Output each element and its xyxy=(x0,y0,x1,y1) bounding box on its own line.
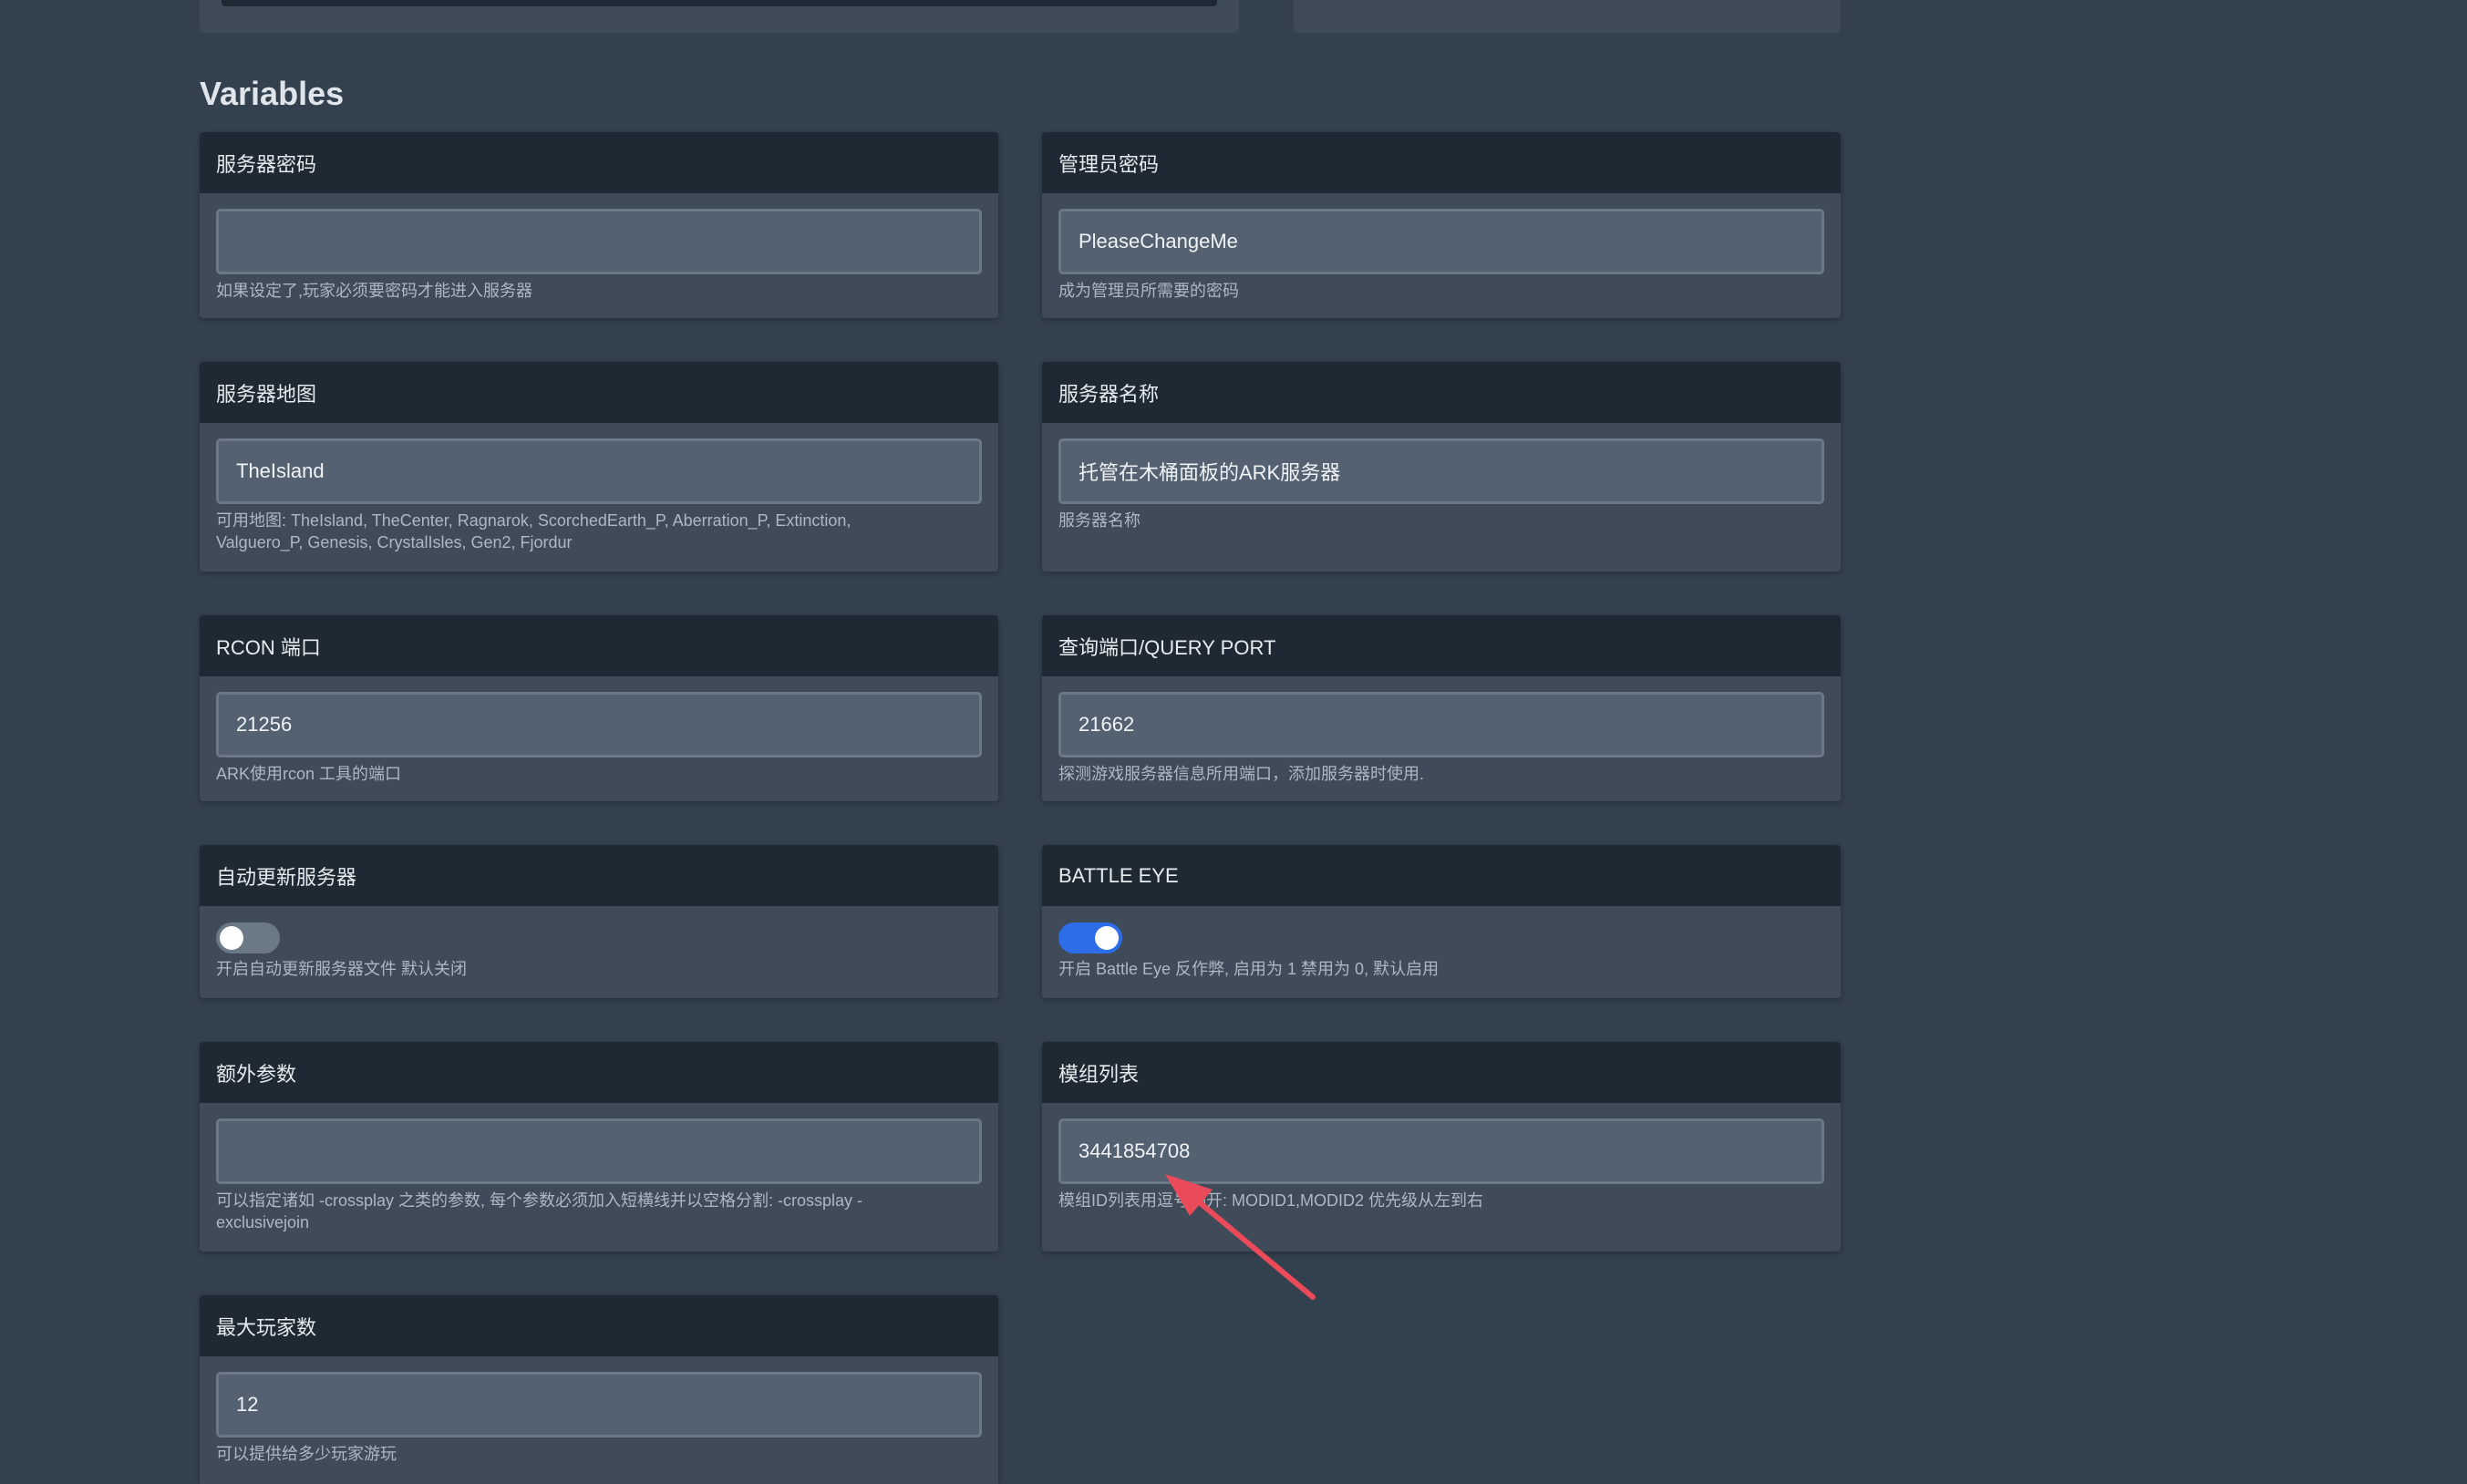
admin-password-help: 成为管理员所需要的密码 xyxy=(1058,282,1239,300)
battle-eye-label: BATTLE EYE xyxy=(1042,845,1841,906)
admin-password-card: 管理员密码 成为管理员所需要的密码 xyxy=(1042,132,1841,318)
extra-args-card: 额外参数 可以指定诸如 -crossplay 之类的参数, 每个参数必须加入短横… xyxy=(200,1042,998,1252)
toggle-knob xyxy=(220,926,243,950)
server-map-label: 服务器地图 xyxy=(200,362,998,423)
query-port-card: 查询端口/QUERY PORT 探测游戏服务器信息所用端口，添加服务器时使用. xyxy=(1042,615,1841,801)
server-map-input[interactable] xyxy=(216,438,982,504)
server-name-help: 服务器名称 xyxy=(1058,511,1141,530)
battle-eye-toggle[interactable] xyxy=(1058,922,1122,953)
server-password-help: 如果设定了,玩家必须要密码才能进入服务器 xyxy=(216,282,532,300)
max-players-card: 最大玩家数 可以提供给多少玩家游玩 xyxy=(200,1295,998,1484)
server-name-input[interactable] xyxy=(1058,438,1824,504)
mod-list-input[interactable] xyxy=(1058,1118,1824,1184)
battle-eye-card: BATTLE EYE 开启 Battle Eye 反作弊, 启用为 1 禁用为 … xyxy=(1042,845,1841,998)
query-port-label: 查询端口/QUERY PORT xyxy=(1042,615,1841,676)
admin-password-input[interactable] xyxy=(1058,209,1824,274)
server-name-card: 服务器名称 服务器名称 xyxy=(1042,362,1841,572)
rcon-port-input[interactable] xyxy=(216,692,982,757)
toggle-knob xyxy=(1095,926,1119,950)
query-port-input[interactable] xyxy=(1058,692,1824,757)
max-players-input[interactable] xyxy=(216,1372,982,1438)
auto-update-toggle[interactable] xyxy=(216,922,280,953)
section-title: Variables xyxy=(200,75,345,112)
server-name-label: 服务器名称 xyxy=(1042,362,1841,423)
mod-list-help: 模组ID列表用逗号隔开: MODID1,MODID2 优先级从左到右 xyxy=(1058,1191,1484,1210)
admin-password-label: 管理员密码 xyxy=(1042,132,1841,193)
server-map-help: 可用地图: TheIsland, TheCenter, Ragnarok, Sc… xyxy=(216,511,852,551)
server-password-card: 服务器密码 如果设定了,玩家必须要密码才能进入服务器 xyxy=(200,132,998,318)
extra-args-help: 可以指定诸如 -crossplay 之类的参数, 每个参数必须加入短横线并以空格… xyxy=(216,1191,863,1232)
rcon-port-card: RCON 端口 ARK使用rcon 工具的端口 xyxy=(200,615,998,801)
auto-update-label: 自动更新服务器 xyxy=(200,845,998,906)
extra-args-input[interactable] xyxy=(216,1118,982,1184)
previous-card-fragment-left xyxy=(200,0,1239,33)
rcon-port-label: RCON 端口 xyxy=(200,615,998,676)
server-map-card: 服务器地图 可用地图: TheIsland, TheCenter, Ragnar… xyxy=(200,362,998,572)
server-password-label: 服务器密码 xyxy=(200,132,998,193)
rcon-port-help: ARK使用rcon 工具的端口 xyxy=(216,765,402,783)
previous-field-fragment xyxy=(222,0,1217,6)
auto-update-card: 自动更新服务器 开启自动更新服务器文件 默认关闭 xyxy=(200,845,998,998)
battle-eye-help: 开启 Battle Eye 反作弊, 启用为 1 禁用为 0, 默认启用 xyxy=(1058,960,1440,978)
extra-args-label: 额外参数 xyxy=(200,1042,998,1103)
auto-update-help: 开启自动更新服务器文件 默认关闭 xyxy=(216,960,467,978)
server-password-input[interactable] xyxy=(216,209,982,274)
max-players-label: 最大玩家数 xyxy=(200,1295,998,1356)
mod-list-card: 模组列表 模组ID列表用逗号隔开: MODID1,MODID2 优先级从左到右 xyxy=(1042,1042,1841,1252)
mod-list-label: 模组列表 xyxy=(1042,1042,1841,1103)
previous-card-fragment-right xyxy=(1294,0,1841,33)
query-port-help: 探测游戏服务器信息所用端口，添加服务器时使用. xyxy=(1058,765,1424,783)
max-players-help: 可以提供给多少玩家游玩 xyxy=(216,1445,397,1463)
